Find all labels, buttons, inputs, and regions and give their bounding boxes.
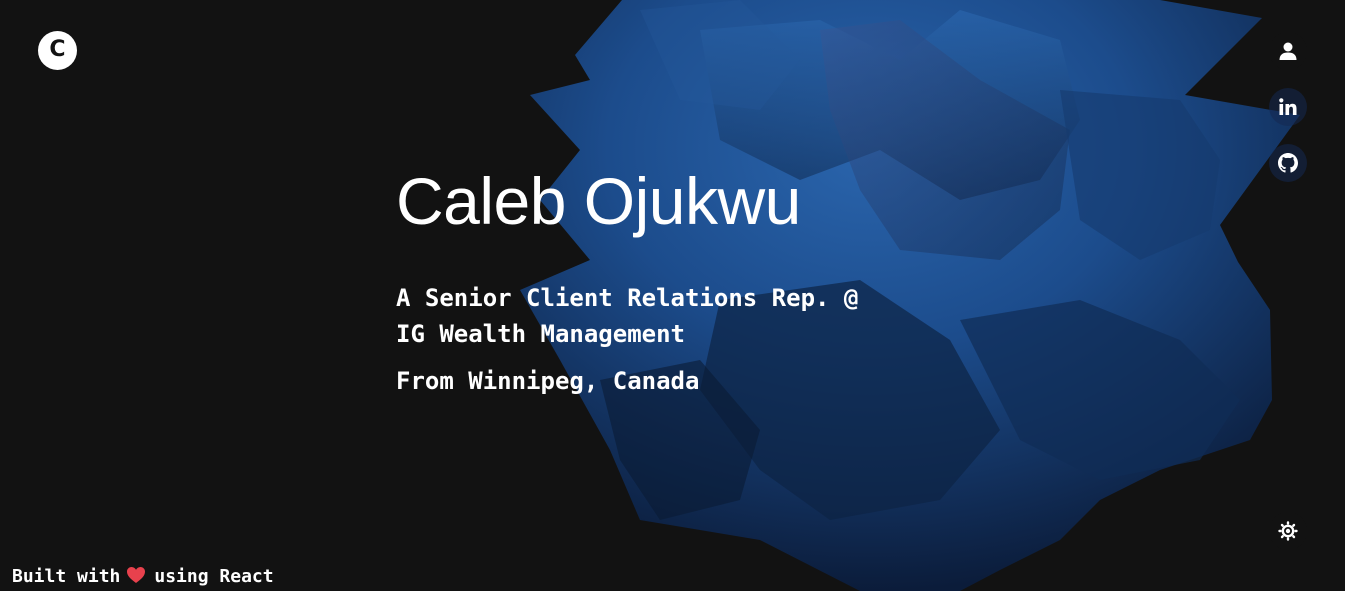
logo-letter: C	[49, 37, 66, 62]
logo-home-button[interactable]: C	[38, 31, 77, 70]
footer-suffix: using React	[154, 566, 274, 587]
page: C Caleb Ojukwu A Senior Client Relations…	[0, 0, 1345, 591]
linkedin-icon	[1279, 98, 1297, 115]
hero-location: From Winnipeg, Canada	[396, 367, 700, 395]
theme-toggle-button[interactable]	[1269, 512, 1307, 550]
hero-name: Caleb Ojukwu	[396, 164, 801, 238]
footer-credit: Built with using React	[12, 565, 274, 591]
hero-tagline-line2: IG Wealth Management	[396, 320, 685, 348]
sun-icon	[1278, 521, 1298, 541]
profile-link-button[interactable]	[1269, 32, 1307, 70]
heart-icon	[126, 566, 146, 591]
hero-section: Caleb Ojukwu A Senior Client Relations R…	[396, 160, 936, 397]
hero-tagline-line1: A Senior Client Relations Rep. @	[396, 284, 859, 312]
linkedin-link-button[interactable]	[1269, 88, 1307, 126]
hero-tagline: A Senior Client Relations Rep. @ IG Weal…	[396, 280, 936, 352]
github-icon	[1278, 153, 1298, 173]
footer-prefix: Built with	[12, 566, 121, 587]
user-icon	[1279, 42, 1297, 60]
github-link-button[interactable]	[1269, 144, 1307, 182]
